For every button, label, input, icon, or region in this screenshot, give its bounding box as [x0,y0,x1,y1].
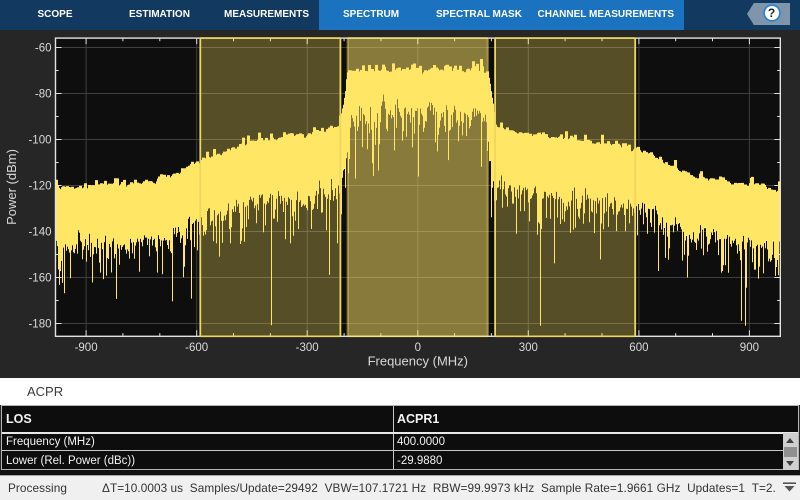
svg-text:900: 900 [740,342,759,354]
svg-text:-900: -900 [75,342,98,354]
svg-text:-600: -600 [185,342,208,354]
svg-text:0: 0 [415,342,421,354]
svg-text:600: 600 [629,342,648,354]
svg-text:300: 300 [519,342,538,354]
svg-text:-140: -140 [28,227,51,239]
svg-text:Power (dBm): Power (dBm) [4,149,19,225]
svg-text:-80: -80 [35,89,52,101]
svg-text:-160: -160 [28,273,51,285]
svg-text:-120: -120 [28,181,51,193]
svg-text:-300: -300 [296,342,319,354]
svg-text:Frequency (MHz): Frequency (MHz) [368,354,468,369]
svg-text:-180: -180 [28,319,51,331]
svg-text:-60: -60 [35,43,52,55]
svg-text:-100: -100 [28,135,51,147]
